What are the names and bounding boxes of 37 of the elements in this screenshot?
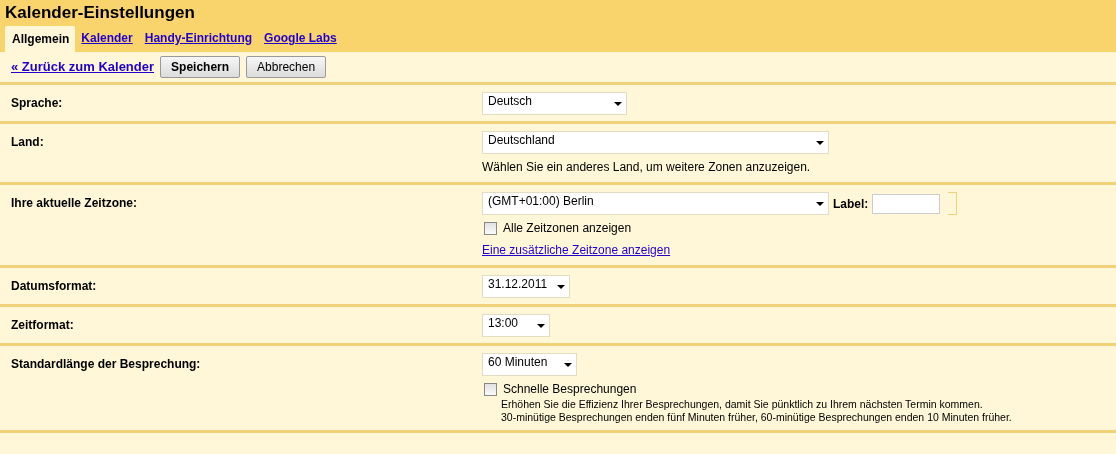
description-text: Erhöhen Sie die Effizienz Ihrer Besprechungen, damit Sie pünktlich zu Ihrem nächsten Termin kommen. [501,398,984,411]
dropdown[interactable]: 13:00 [482,314,550,337]
dropdown[interactable]: (GMT+01:00) Berlin [482,192,829,215]
checkbox[interactable] [484,221,497,235]
save-button[interactable]: Speichern [160,56,241,78]
setting-label: Ihre aktuelle Zeitzone: [11,195,139,212]
page-title: Kalender-Einstellungen [5,2,196,24]
tab[interactable]: Handy-Einrichtung [138,26,259,52]
checkbox-label: Alle Zeitzonen anzeigen [503,220,632,237]
cancel-button[interactable]: Abbrechen [246,56,327,78]
dropdown[interactable]: Deutschland [482,131,829,154]
setting-label: Zeitformat: [11,317,75,334]
back-link[interactable]: « Zurück zum Kalender [11,57,155,77]
checkbox-label: Schnelle Besprechungen [503,381,637,398]
tab[interactable]: Google Labs [258,26,343,52]
link[interactable]: Eine zusätzliche Zeitzone anzeigen [482,243,671,257]
dropdown-arrow-icon [564,362,572,367]
input-field[interactable] [872,193,941,214]
setting-label: Land: [11,134,45,151]
dropdown-arrow-icon [816,201,824,206]
dropdown-arrow-icon [557,284,565,289]
setting-label: Datumsformat: [11,278,98,295]
dropdown[interactable]: 31.12.2011 [482,275,570,298]
tab[interactable]: Kalender [75,26,139,52]
setting-label: Standardlänge der Besprechung: [11,356,202,373]
description-text: 30-minütige Besprechungen enden fünf Minuten früher, 60-minütige Besprechungen enden 10 Minuten früher. [501,411,1012,424]
dropdown-arrow-icon [537,323,545,328]
field-label: Label: [833,195,869,213]
dropdown[interactable]: 60 Minuten [482,353,577,376]
field-edge [948,192,958,215]
dropdown[interactable]: Deutsch [482,92,627,115]
setting-label: Sprache: [11,95,64,112]
dropdown-arrow-icon [816,140,824,145]
tab[interactable]: Allgemein [5,26,76,52]
hint-text: Wählen Sie ein anderes Land, um weitere Zonen anzuzeigen. [482,159,812,176]
dropdown-arrow-icon [614,101,622,106]
checkbox[interactable] [484,382,497,396]
